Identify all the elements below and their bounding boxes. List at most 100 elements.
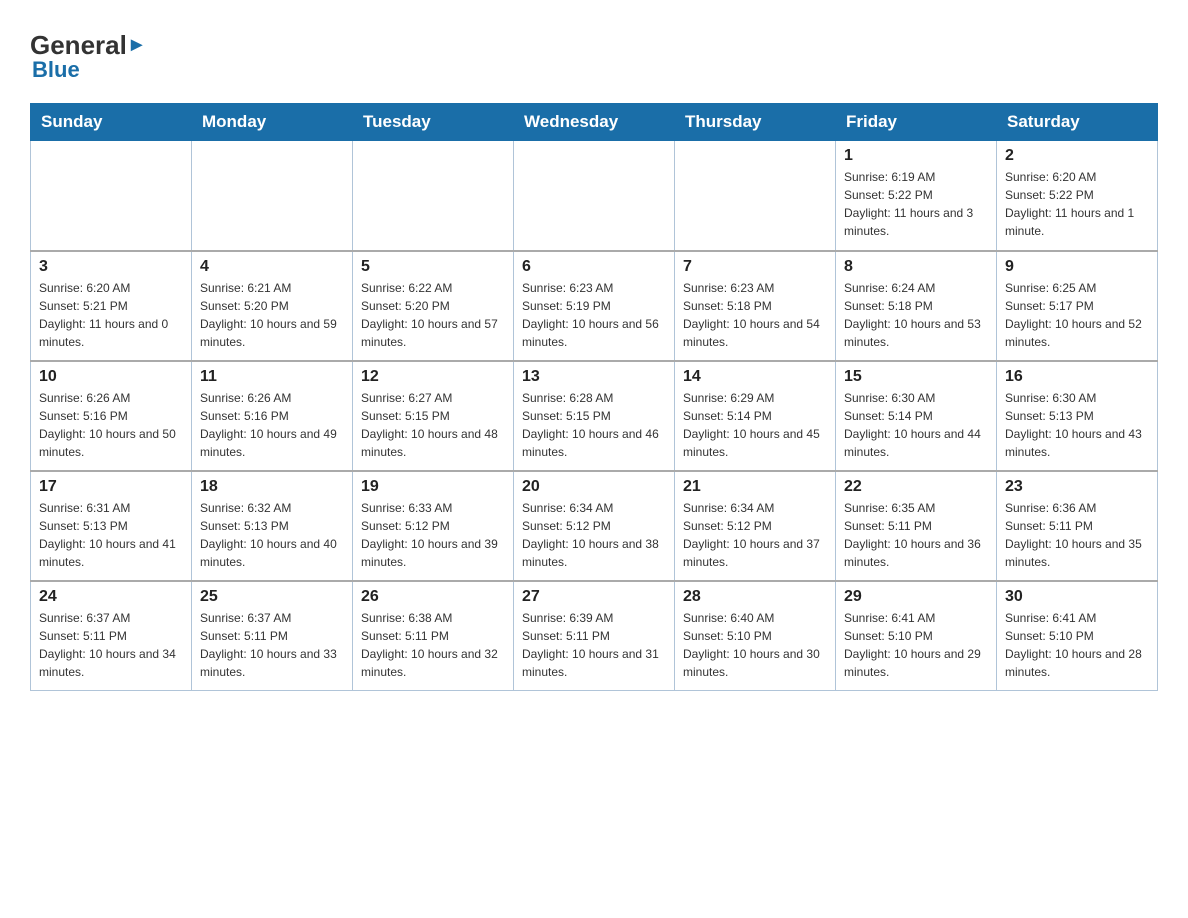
calendar-cell: 10Sunrise: 6:26 AM Sunset: 5:16 PM Dayli… (31, 361, 192, 471)
calendar-table: SundayMondayTuesdayWednesdayThursdayFrid… (30, 103, 1158, 691)
day-number: 13 (522, 368, 666, 386)
weekday-header-wednesday: Wednesday (514, 104, 675, 141)
day-number: 22 (844, 478, 988, 496)
logo-blue-text: ► (127, 34, 147, 57)
day-number: 18 (200, 478, 344, 496)
day-number: 30 (1005, 588, 1149, 606)
calendar-cell: 25Sunrise: 6:37 AM Sunset: 5:11 PM Dayli… (192, 581, 353, 691)
calendar-week-row: 1Sunrise: 6:19 AM Sunset: 5:22 PM Daylig… (31, 141, 1158, 251)
weekday-header-sunday: Sunday (31, 104, 192, 141)
day-info: Sunrise: 6:25 AM Sunset: 5:17 PM Dayligh… (1005, 279, 1149, 351)
calendar-cell: 4 Sunrise: 6:21 AM Sunset: 5:20 PM Daylig… (192, 251, 353, 361)
day-number: 8 (844, 258, 988, 276)
calendar-cell: 30 Sunrise: 6:41 AM Sunset: 5:10 PM Dayli… (997, 581, 1158, 691)
day-info: Sunrise: 6:21 AM Sunset: 5:20 PM Dayligh… (200, 279, 344, 351)
day-info: Sunrise: 6:30 AM Sunset: 5:14 PM Dayligh… (844, 389, 988, 461)
calendar-cell: 28Sunrise: 6:40 AM Sunset: 5:10 PM Dayli… (675, 581, 836, 691)
day-info: Sunrise: 6:36 AM Sunset: 5:11 PM Dayligh… (1005, 499, 1149, 571)
day-number: 27 (522, 588, 666, 606)
day-info: Sunrise: 6:23 AM Sunset: 5:18 PM Dayligh… (683, 279, 827, 351)
day-info: Sunrise: 6:26 AM Sunset: 5:16 PM Dayligh… (200, 389, 344, 461)
day-info: Sunrise: 6:24 AM Sunset: 5:18 PM Dayligh… (844, 279, 988, 351)
day-number: 16 (1005, 368, 1149, 386)
day-number: 20 (522, 478, 666, 496)
day-number: 23 (1005, 478, 1149, 496)
calendar-cell: 3 Sunrise: 6:20 AM Sunset: 5:21 PM Daylig… (31, 251, 192, 361)
calendar-cell: 29 Sunrise: 6:41 AM Sunset: 5:10 PM Dayli… (836, 581, 997, 691)
calendar-cell: 23 Sunrise: 6:36 AM Sunset: 5:11 PM Dayli… (997, 471, 1158, 581)
weekday-header-tuesday: Tuesday (353, 104, 514, 141)
day-number: 14 (683, 368, 827, 386)
logo: General ► Blue (30, 30, 147, 83)
calendar-cell: 18 Sunrise: 6:32 AM Sunset: 5:13 PM Dayli… (192, 471, 353, 581)
calendar-week-row: 24 Sunrise: 6:37 AM Sunset: 5:11 PM Dayli… (31, 581, 1158, 691)
day-info: Sunrise: 6:20 AM Sunset: 5:21 PM Dayligh… (39, 279, 183, 351)
calendar-cell (31, 141, 192, 251)
day-info: Sunrise: 6:30 AM Sunset: 5:13 PM Dayligh… (1005, 389, 1149, 461)
calendar-cell: 6 Sunrise: 6:23 AM Sunset: 5:19 PM Daylig… (514, 251, 675, 361)
weekday-header-row: SundayMondayTuesdayWednesdayThursdayFrid… (31, 104, 1158, 141)
day-info: Sunrise: 6:29 AM Sunset: 5:14 PM Dayligh… (683, 389, 827, 461)
calendar-cell: 12Sunrise: 6:27 AM Sunset: 5:15 PM Dayli… (353, 361, 514, 471)
calendar-cell: 15Sunrise: 6:30 AM Sunset: 5:14 PM Dayli… (836, 361, 997, 471)
day-info: Sunrise: 6:28 AM Sunset: 5:15 PM Dayligh… (522, 389, 666, 461)
calendar-week-row: 17 Sunrise: 6:31 AM Sunset: 5:13 PM Dayli… (31, 471, 1158, 581)
day-info: Sunrise: 6:33 AM Sunset: 5:12 PM Dayligh… (361, 499, 505, 571)
day-info: Sunrise: 6:34 AM Sunset: 5:12 PM Dayligh… (522, 499, 666, 571)
day-number: 19 (361, 478, 505, 496)
calendar-cell: 11 Sunrise: 6:26 AM Sunset: 5:16 PM Dayli… (192, 361, 353, 471)
calendar-cell: 19 Sunrise: 6:33 AM Sunset: 5:12 PM Dayli… (353, 471, 514, 581)
weekday-header-saturday: Saturday (997, 104, 1158, 141)
day-info: Sunrise: 6:19 AM Sunset: 5:22 PM Dayligh… (844, 168, 988, 240)
calendar-cell: 2 Sunrise: 6:20 AM Sunset: 5:22 PM Daylig… (997, 141, 1158, 251)
day-number: 24 (39, 588, 183, 606)
weekday-header-monday: Monday (192, 104, 353, 141)
day-info: Sunrise: 6:20 AM Sunset: 5:22 PM Dayligh… (1005, 168, 1149, 240)
day-info: Sunrise: 6:22 AM Sunset: 5:20 PM Dayligh… (361, 279, 505, 351)
day-info: Sunrise: 6:34 AM Sunset: 5:12 PM Dayligh… (683, 499, 827, 571)
day-info: Sunrise: 6:37 AM Sunset: 5:11 PM Dayligh… (200, 609, 344, 681)
day-number: 11 (200, 368, 344, 386)
calendar-cell: 5 Sunrise: 6:22 AM Sunset: 5:20 PM Daylig… (353, 251, 514, 361)
calendar-cell: 20 Sunrise: 6:34 AM Sunset: 5:12 PM Dayli… (514, 471, 675, 581)
calendar-cell: 26Sunrise: 6:38 AM Sunset: 5:11 PM Dayli… (353, 581, 514, 691)
day-number: 4 (200, 258, 344, 276)
day-number: 3 (39, 258, 183, 276)
day-number: 6 (522, 258, 666, 276)
day-info: Sunrise: 6:31 AM Sunset: 5:13 PM Dayligh… (39, 499, 183, 571)
day-number: 7 (683, 258, 827, 276)
day-info: Sunrise: 6:41 AM Sunset: 5:10 PM Dayligh… (844, 609, 988, 681)
day-info: Sunrise: 6:37 AM Sunset: 5:11 PM Dayligh… (39, 609, 183, 681)
calendar-cell: 7 Sunrise: 6:23 AM Sunset: 5:18 PM Daylig… (675, 251, 836, 361)
day-number: 2 (1005, 147, 1149, 165)
calendar-cell (192, 141, 353, 251)
calendar-cell: 16 Sunrise: 6:30 AM Sunset: 5:13 PM Dayli… (997, 361, 1158, 471)
calendar-cell: 17 Sunrise: 6:31 AM Sunset: 5:13 PM Dayli… (31, 471, 192, 581)
day-number: 28 (683, 588, 827, 606)
day-info: Sunrise: 6:26 AM Sunset: 5:16 PM Dayligh… (39, 389, 183, 461)
calendar-cell: 13 Sunrise: 6:28 AM Sunset: 5:15 PM Dayli… (514, 361, 675, 471)
page-header: General ► Blue (30, 30, 1158, 83)
day-number: 17 (39, 478, 183, 496)
calendar-cell: 1Sunrise: 6:19 AM Sunset: 5:22 PM Daylig… (836, 141, 997, 251)
calendar-cell: 22 Sunrise: 6:35 AM Sunset: 5:11 PM Dayli… (836, 471, 997, 581)
day-info: Sunrise: 6:35 AM Sunset: 5:11 PM Dayligh… (844, 499, 988, 571)
weekday-header-thursday: Thursday (675, 104, 836, 141)
calendar-cell: 24 Sunrise: 6:37 AM Sunset: 5:11 PM Dayli… (31, 581, 192, 691)
day-info: Sunrise: 6:39 AM Sunset: 5:11 PM Dayligh… (522, 609, 666, 681)
day-number: 21 (683, 478, 827, 496)
day-number: 29 (844, 588, 988, 606)
weekday-header-friday: Friday (836, 104, 997, 141)
calendar-cell: 21 Sunrise: 6:34 AM Sunset: 5:12 PM Dayli… (675, 471, 836, 581)
calendar-cell (353, 141, 514, 251)
calendar-cell (675, 141, 836, 251)
day-number: 5 (361, 258, 505, 276)
calendar-week-row: 3 Sunrise: 6:20 AM Sunset: 5:21 PM Daylig… (31, 251, 1158, 361)
day-info: Sunrise: 6:41 AM Sunset: 5:10 PM Dayligh… (1005, 609, 1149, 681)
logo-blue-line: Blue (30, 57, 80, 83)
calendar-cell: 9Sunrise: 6:25 AM Sunset: 5:17 PM Daylig… (997, 251, 1158, 361)
day-info: Sunrise: 6:23 AM Sunset: 5:19 PM Dayligh… (522, 279, 666, 351)
day-number: 12 (361, 368, 505, 386)
calendar-cell: 27 Sunrise: 6:39 AM Sunset: 5:11 PM Dayli… (514, 581, 675, 691)
day-info: Sunrise: 6:32 AM Sunset: 5:13 PM Dayligh… (200, 499, 344, 571)
